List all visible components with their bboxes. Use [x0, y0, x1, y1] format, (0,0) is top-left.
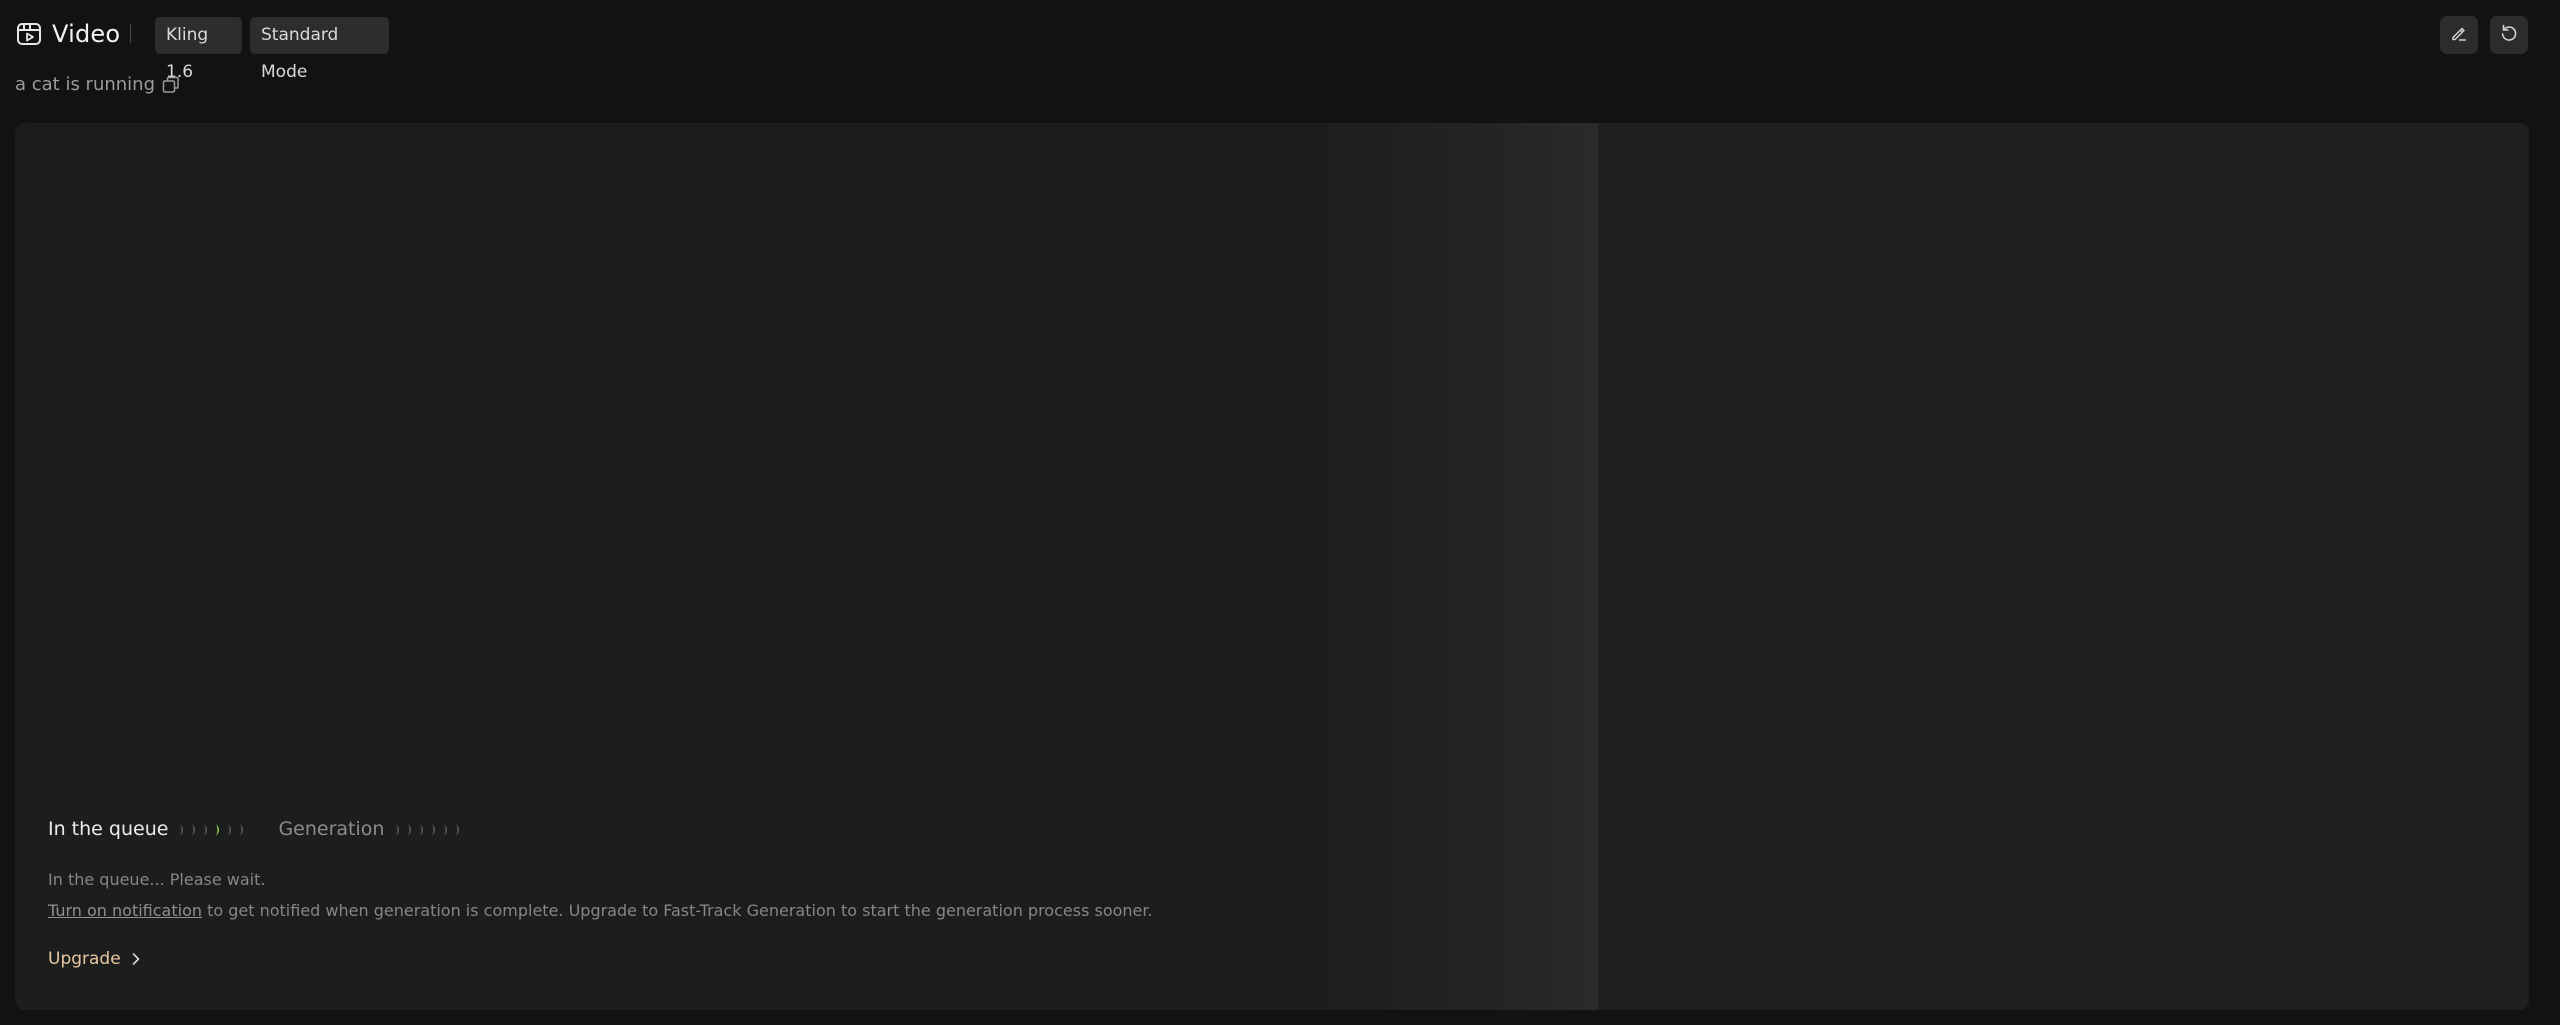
- model-tag: Kling 1.6: [155, 17, 242, 82]
- page-title: Video: [52, 20, 121, 48]
- refresh-icon: [2499, 23, 2519, 47]
- upgrade-label: Upgrade: [48, 949, 121, 969]
- title-group: Video: [16, 20, 120, 48]
- queue-progress-chevron-icon: [202, 821, 212, 837]
- generation-progress-chevron-icon: [418, 821, 428, 837]
- stage-queue-label: In the queue: [48, 818, 169, 840]
- notification-message-text: to get notified when generation is compl…: [202, 901, 1153, 920]
- generation-progress-chevron-icon: [430, 821, 440, 837]
- title-divider: [130, 24, 131, 43]
- edit-button[interactable]: [2440, 16, 2478, 54]
- progress-stages: In the queue Generation: [48, 818, 466, 840]
- turn-on-notification-link[interactable]: Turn on notification: [48, 901, 202, 920]
- generation-progress-chevron-icon: [442, 821, 452, 837]
- generation-progress-chevron-icon: [454, 821, 464, 837]
- generation-progress-indicator: [394, 821, 466, 837]
- upgrade-button[interactable]: Upgrade: [48, 949, 141, 969]
- generation-progress-chevron-icon: [406, 821, 416, 837]
- video-icon: [16, 21, 42, 47]
- queue-message: In the queue... Please wait.: [48, 870, 266, 889]
- queue-progress-indicator: [178, 821, 250, 837]
- preview-right-pane: [1598, 123, 2529, 1010]
- prompt-line: a cat is running: [15, 74, 181, 95]
- copy-icon[interactable]: [161, 75, 181, 95]
- queue-progress-chevron-icon: [226, 821, 236, 837]
- generation-preview-card: In the queue Generation In the queue... …: [15, 123, 2529, 1010]
- video-generation-page: Video Kling 1.6 Standard Mode a cat is r…: [0, 0, 2560, 1025]
- loading-shimmer: [1315, 123, 1615, 1010]
- prompt-text: a cat is running: [15, 74, 156, 95]
- queue-progress-chevron-icon: [238, 821, 248, 837]
- regenerate-button[interactable]: [2490, 16, 2528, 54]
- queue-progress-chevron-icon: [178, 821, 188, 837]
- stage-generation-label: Generation: [278, 818, 385, 840]
- notification-message: Turn on notification to get notified whe…: [48, 901, 1153, 920]
- edit-icon: [2449, 23, 2469, 47]
- chevron-right-icon: [132, 953, 139, 965]
- queue-progress-chevron-icon: [214, 821, 224, 837]
- mode-tag: Standard Mode: [250, 17, 389, 82]
- header-bar: Video Kling 1.6 Standard Mode: [0, 0, 2560, 82]
- queue-progress-chevron-icon: [190, 821, 200, 837]
- generation-progress-chevron-icon: [394, 821, 404, 837]
